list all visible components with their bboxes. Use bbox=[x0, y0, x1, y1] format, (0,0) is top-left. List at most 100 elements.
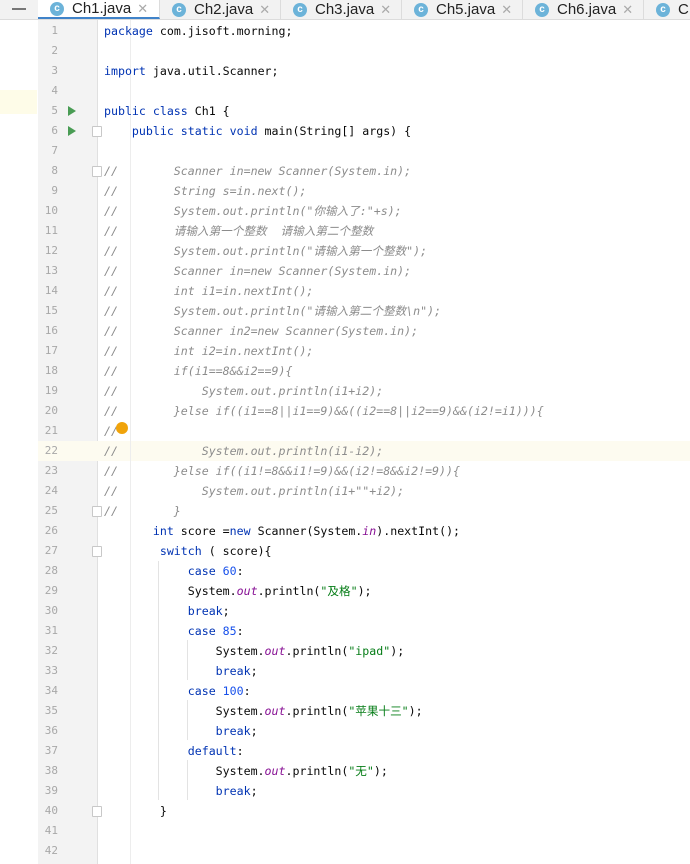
code-token: System. bbox=[104, 644, 265, 658]
code-token: default bbox=[104, 744, 237, 758]
code-line[interactable]: // System.out.println(i1+""+i2); bbox=[104, 481, 404, 501]
tab-label: Ch2.java bbox=[194, 1, 254, 18]
code-line[interactable]: } bbox=[104, 801, 167, 821]
code-token: System. bbox=[104, 704, 265, 718]
code-token: "及格" bbox=[320, 584, 358, 598]
close-icon[interactable]: ✕ bbox=[137, 1, 148, 17]
tab-ch3-java[interactable]: c Ch3.java ✕ bbox=[281, 0, 402, 19]
java-class-icon: c bbox=[50, 1, 64, 16]
code-line[interactable]: // if(i1==8&&i2==9){ bbox=[104, 361, 292, 381]
tab-label: C bbox=[678, 1, 689, 18]
code-token: "苹果十三" bbox=[348, 704, 409, 718]
line-number: 33 bbox=[44, 664, 58, 677]
code-token: ; bbox=[250, 724, 258, 738]
code-line[interactable]: // String s=in.next(); bbox=[104, 181, 306, 201]
code-token: 60 bbox=[222, 564, 237, 578]
line-number: 20 bbox=[44, 404, 58, 417]
code-line[interactable]: // System.out.println("请输入第一个整数"); bbox=[104, 241, 427, 261]
code-line[interactable]: default: bbox=[104, 741, 244, 761]
line-number: 6 bbox=[51, 124, 58, 137]
code-line[interactable]: break; bbox=[104, 721, 258, 741]
close-icon[interactable]: ✕ bbox=[259, 2, 270, 18]
code-line[interactable]: System.out.println("无"); bbox=[104, 761, 388, 781]
code-line[interactable]: package com.jisoft.morning; bbox=[104, 21, 292, 41]
line-number: 21 bbox=[44, 424, 58, 437]
code-line[interactable]: public class Ch1 { bbox=[104, 101, 230, 121]
code-line[interactable]: break; bbox=[104, 781, 258, 801]
line-number: 16 bbox=[44, 324, 58, 337]
code-line[interactable]: // System.out.println("你输入了:"+s); bbox=[104, 201, 402, 221]
code-line[interactable]: break; bbox=[104, 661, 258, 681]
code-token: // Scanner in2=new Scanner(System.in); bbox=[104, 324, 419, 338]
code-token: public static void bbox=[104, 124, 258, 138]
code-line[interactable]: // Scanner in=new Scanner(System.in); bbox=[104, 161, 411, 181]
code-line[interactable]: // }else if((i1==8||i1==9)&&((i2==8||i2=… bbox=[104, 401, 544, 421]
code-token: } bbox=[104, 804, 167, 818]
code-line[interactable]: // System.out.println(i1+i2); bbox=[104, 381, 383, 401]
code-line[interactable]: // }else if((i1!=8&&i1!=9)&&(i2!=8&&i2!=… bbox=[104, 461, 460, 481]
code-line[interactable]: int score =new Scanner(System.in).nextIn… bbox=[104, 521, 460, 541]
code-token: // }else if((i1==8||i1==9)&&((i2==8||i2=… bbox=[104, 404, 544, 418]
code-line[interactable]: switch ( score){ bbox=[104, 541, 272, 561]
code-token: break bbox=[104, 724, 251, 738]
fold-icon[interactable] bbox=[92, 546, 102, 557]
code-line[interactable]: // } bbox=[104, 501, 181, 521]
tab-c[interactable]: cC bbox=[644, 0, 690, 19]
tab-ch1-java[interactable]: c Ch1.java ✕ bbox=[38, 0, 160, 19]
code-token: : bbox=[236, 564, 244, 578]
line-number: 42 bbox=[44, 844, 58, 857]
code-token: ); bbox=[408, 704, 423, 718]
lightbulb-icon[interactable] bbox=[116, 422, 128, 434]
code-line[interactable]: // System.out.println(i1-i2); bbox=[104, 441, 383, 461]
fold-icon[interactable] bbox=[92, 806, 102, 817]
code-line[interactable]: // 请输入第一个整数 请输入第二个整数 bbox=[104, 221, 373, 241]
code-token: // Scanner in=new Scanner(System.in); bbox=[104, 264, 412, 278]
code-line[interactable]: import java.util.Scanner; bbox=[104, 61, 279, 81]
fold-icon[interactable] bbox=[92, 126, 102, 137]
close-icon[interactable]: ✕ bbox=[501, 2, 512, 18]
code-line[interactable]: // Scanner in=new Scanner(System.in); bbox=[104, 261, 411, 281]
code-token: .println( bbox=[257, 584, 321, 598]
code-line[interactable]: System.out.println("苹果十三"); bbox=[104, 701, 423, 721]
collapse-icon[interactable] bbox=[12, 8, 26, 10]
fold-icon[interactable] bbox=[92, 166, 102, 177]
line-number: 19 bbox=[44, 384, 58, 397]
code-token: case bbox=[104, 564, 223, 578]
line-number: 36 bbox=[44, 724, 58, 737]
line-number: 5 bbox=[51, 104, 58, 117]
line-number: 2 bbox=[51, 44, 58, 57]
tab-ch2-java[interactable]: c Ch2.java ✕ bbox=[160, 0, 281, 19]
code-line[interactable]: System.out.println("及格"); bbox=[104, 581, 372, 601]
code-line[interactable]: // System.out.println("请输入第二个整数\n"); bbox=[104, 301, 441, 321]
code-token: java.util.Scanner; bbox=[145, 64, 279, 78]
run-icon[interactable] bbox=[68, 106, 76, 116]
tab-ch6-java[interactable]: c Ch6.java ✕ bbox=[523, 0, 644, 19]
code-line[interactable]: case 60: bbox=[104, 561, 244, 581]
code-token: ; bbox=[250, 664, 258, 678]
tab-ch5-java[interactable]: c Ch5.java ✕ bbox=[402, 0, 523, 19]
close-icon[interactable]: ✕ bbox=[622, 2, 633, 18]
code-token: : bbox=[236, 744, 244, 758]
code-token: case bbox=[104, 684, 223, 698]
code-line[interactable]: public static void main(String[] args) { bbox=[104, 121, 411, 141]
code-line[interactable]: case 85: bbox=[104, 621, 244, 641]
tool-strip bbox=[0, 20, 38, 864]
code-line[interactable]: // Scanner in2=new Scanner(System.in); bbox=[104, 321, 418, 341]
line-number: 7 bbox=[51, 144, 58, 157]
code-token: 100 bbox=[222, 684, 244, 698]
run-icon[interactable] bbox=[68, 126, 76, 136]
code-token: new bbox=[229, 524, 251, 538]
code-token: // if(i1==8&&i2==9){ bbox=[104, 364, 293, 378]
line-number: 37 bbox=[44, 744, 58, 757]
close-icon[interactable]: ✕ bbox=[380, 2, 391, 18]
code-line[interactable]: // int i1=in.nextInt(); bbox=[104, 281, 313, 301]
code-token: case bbox=[104, 624, 223, 638]
code-token: System. bbox=[104, 584, 237, 598]
code-line[interactable]: // int i2=in.nextInt(); bbox=[104, 341, 313, 361]
fold-icon[interactable] bbox=[92, 506, 102, 517]
code-line[interactable]: break; bbox=[104, 601, 230, 621]
code-token: out bbox=[236, 584, 258, 598]
code-line[interactable]: System.out.println("ipad"); bbox=[104, 641, 405, 661]
code-token: import bbox=[104, 64, 146, 78]
code-line[interactable]: case 100: bbox=[104, 681, 251, 701]
